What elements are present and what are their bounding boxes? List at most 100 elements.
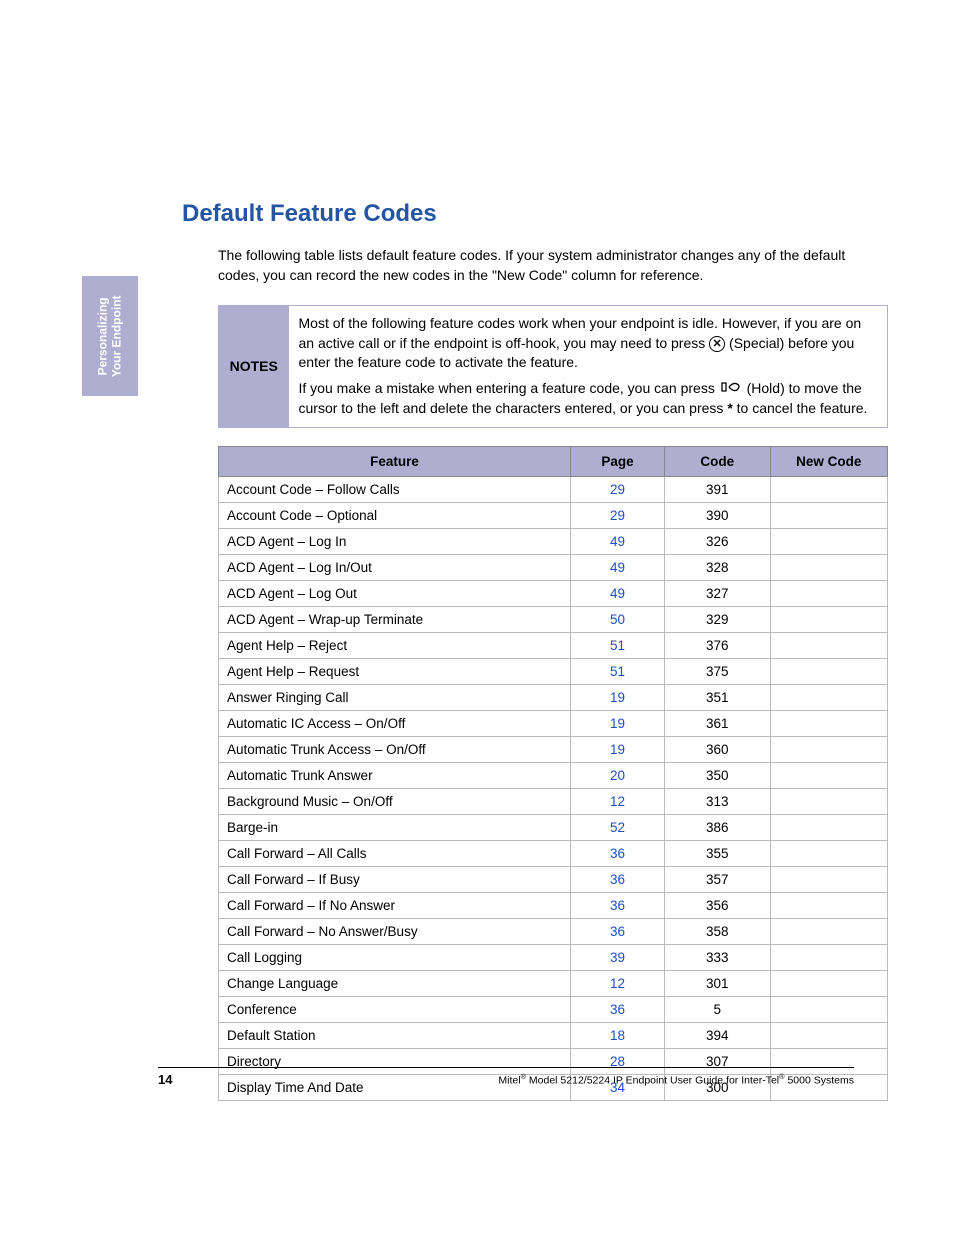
star-key: * bbox=[727, 400, 732, 416]
page-number: 14 bbox=[158, 1072, 172, 1087]
cell-feature: Answer Ringing Call bbox=[219, 684, 571, 710]
cell-code: 390 bbox=[664, 502, 770, 528]
col-code: Code bbox=[664, 446, 770, 476]
notes-text: If you make a mistake when entering a fe… bbox=[299, 380, 719, 396]
cell-page-link[interactable]: 36 bbox=[571, 918, 665, 944]
cell-page-link[interactable]: 36 bbox=[571, 892, 665, 918]
table-row: Conference365 bbox=[219, 996, 888, 1022]
cell-feature: Call Forward – If Busy bbox=[219, 866, 571, 892]
cell-newcode bbox=[770, 996, 887, 1022]
side-tab-text: PersonalizingYour Endpoint bbox=[96, 295, 125, 377]
cell-page-link[interactable]: 36 bbox=[571, 996, 665, 1022]
cell-code: 5 bbox=[664, 996, 770, 1022]
notes-body: Most of the following feature codes work… bbox=[289, 306, 888, 427]
cell-page-link[interactable]: 19 bbox=[571, 710, 665, 736]
cell-page-link[interactable]: 20 bbox=[571, 762, 665, 788]
cell-page-link[interactable]: 51 bbox=[571, 658, 665, 684]
table-row: Automatic IC Access – On/Off19361 bbox=[219, 710, 888, 736]
cell-code: 333 bbox=[664, 944, 770, 970]
cell-page-link[interactable]: 36 bbox=[571, 866, 665, 892]
special-key-icon: ✕ bbox=[709, 336, 725, 352]
cell-newcode bbox=[770, 580, 887, 606]
cell-page-link[interactable]: 29 bbox=[571, 476, 665, 502]
cell-page-link[interactable]: 39 bbox=[571, 944, 665, 970]
cell-feature: ACD Agent – Log In/Out bbox=[219, 554, 571, 580]
cell-feature: ACD Agent – Log Out bbox=[219, 580, 571, 606]
table-row: Background Music – On/Off12313 bbox=[219, 788, 888, 814]
cell-newcode bbox=[770, 866, 887, 892]
cell-page-link[interactable]: 36 bbox=[571, 840, 665, 866]
notes-callout: NOTES Most of the following feature code… bbox=[218, 305, 888, 427]
intro-paragraph: The following table lists default featur… bbox=[218, 246, 854, 285]
cell-newcode bbox=[770, 554, 887, 580]
cell-newcode bbox=[770, 762, 887, 788]
table-row: Call Forward – If No Answer36356 bbox=[219, 892, 888, 918]
cell-page-link[interactable]: 12 bbox=[571, 788, 665, 814]
cell-newcode bbox=[770, 502, 887, 528]
cell-page-link[interactable]: 49 bbox=[571, 580, 665, 606]
cell-code: 360 bbox=[664, 736, 770, 762]
cell-newcode bbox=[770, 918, 887, 944]
cell-newcode bbox=[770, 1022, 887, 1048]
cell-feature: Default Station bbox=[219, 1022, 571, 1048]
cell-code: 355 bbox=[664, 840, 770, 866]
col-newcode: New Code bbox=[770, 446, 887, 476]
cell-code: 358 bbox=[664, 918, 770, 944]
cell-page-link[interactable]: 12 bbox=[571, 970, 665, 996]
cell-feature: Automatic Trunk Answer bbox=[219, 762, 571, 788]
cell-newcode bbox=[770, 788, 887, 814]
cell-newcode bbox=[770, 710, 887, 736]
table-row: Agent Help – Reject51376 bbox=[219, 632, 888, 658]
table-row: ACD Agent – Log In/Out49328 bbox=[219, 554, 888, 580]
cell-code: 329 bbox=[664, 606, 770, 632]
cell-code: 376 bbox=[664, 632, 770, 658]
feature-codes-table: Feature Page Code New Code Account Code … bbox=[218, 446, 888, 1101]
cell-page-link[interactable]: 49 bbox=[571, 528, 665, 554]
cell-feature: Automatic Trunk Access – On/Off bbox=[219, 736, 571, 762]
cell-code: 386 bbox=[664, 814, 770, 840]
cell-code: 350 bbox=[664, 762, 770, 788]
cell-feature: Call Forward – If No Answer bbox=[219, 892, 571, 918]
cell-page-link[interactable]: 49 bbox=[571, 554, 665, 580]
notes-text: to cancel the feature. bbox=[737, 400, 868, 416]
page-footer: 14 Mitel® Model 5212/5224 IP Endpoint Us… bbox=[158, 1067, 854, 1087]
cell-newcode bbox=[770, 892, 887, 918]
cell-page-link[interactable]: 18 bbox=[571, 1022, 665, 1048]
cell-code: 328 bbox=[664, 554, 770, 580]
cell-code: 361 bbox=[664, 710, 770, 736]
cell-newcode bbox=[770, 658, 887, 684]
cell-feature: Automatic IC Access – On/Off bbox=[219, 710, 571, 736]
cell-newcode bbox=[770, 814, 887, 840]
notes-label: NOTES bbox=[219, 306, 289, 427]
cell-feature: Background Music – On/Off bbox=[219, 788, 571, 814]
cell-page-link[interactable]: 51 bbox=[571, 632, 665, 658]
table-row: ACD Agent – Wrap-up Terminate50329 bbox=[219, 606, 888, 632]
cell-feature: Account Code – Follow Calls bbox=[219, 476, 571, 502]
cell-feature: Conference bbox=[219, 996, 571, 1022]
cell-page-link[interactable]: 19 bbox=[571, 736, 665, 762]
cell-page-link[interactable]: 29 bbox=[571, 502, 665, 528]
table-row: ACD Agent – Log In49326 bbox=[219, 528, 888, 554]
cell-newcode bbox=[770, 944, 887, 970]
cell-feature: Account Code – Optional bbox=[219, 502, 571, 528]
table-row: Automatic Trunk Answer20350 bbox=[219, 762, 888, 788]
hold-key-icon bbox=[719, 379, 743, 399]
page-title: Default Feature Codes bbox=[182, 200, 854, 228]
table-row: Call Forward – All Calls36355 bbox=[219, 840, 888, 866]
cell-newcode bbox=[770, 684, 887, 710]
cell-newcode bbox=[770, 970, 887, 996]
cell-feature: Agent Help – Request bbox=[219, 658, 571, 684]
cell-feature: Change Language bbox=[219, 970, 571, 996]
cell-page-link[interactable]: 52 bbox=[571, 814, 665, 840]
cell-page-link[interactable]: 19 bbox=[571, 684, 665, 710]
table-row: Call Logging39333 bbox=[219, 944, 888, 970]
cell-newcode bbox=[770, 840, 887, 866]
cell-page-link[interactable]: 50 bbox=[571, 606, 665, 632]
table-row: Call Forward – If Busy36357 bbox=[219, 866, 888, 892]
cell-newcode bbox=[770, 606, 887, 632]
table-row: Answer Ringing Call19351 bbox=[219, 684, 888, 710]
table-row: Barge-in52386 bbox=[219, 814, 888, 840]
cell-feature: Call Forward – No Answer/Busy bbox=[219, 918, 571, 944]
col-feature: Feature bbox=[219, 446, 571, 476]
cell-newcode bbox=[770, 528, 887, 554]
